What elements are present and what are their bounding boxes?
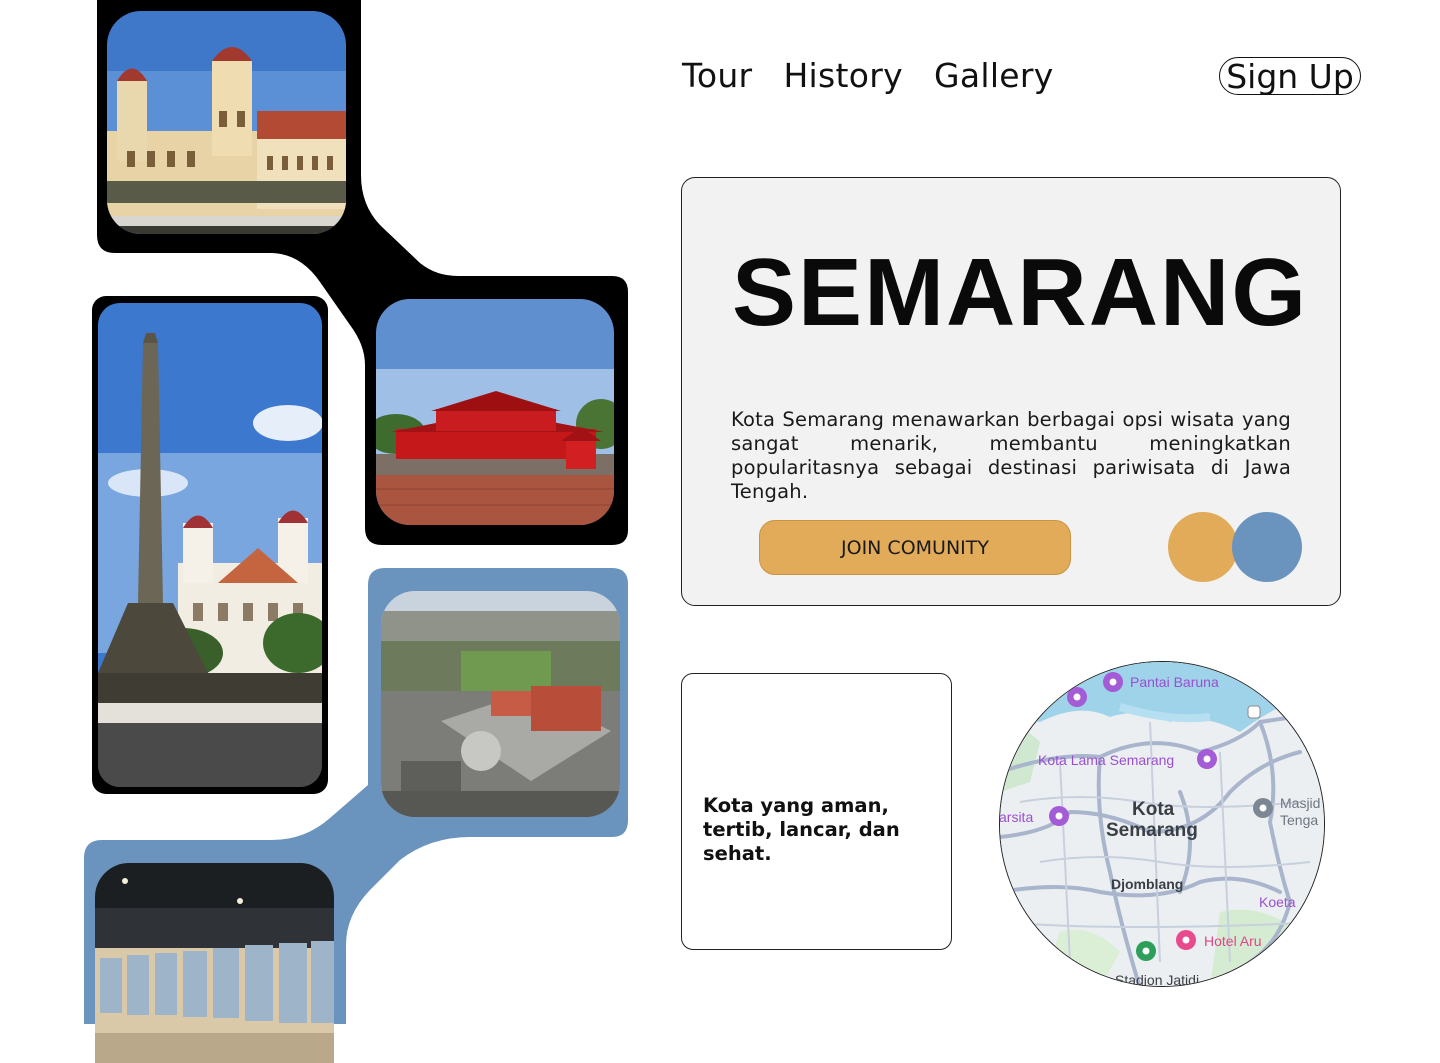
map-label-tengah: Tenga — [1280, 812, 1319, 828]
hero-description: Kota Semarang menawarkan berbagai opsi w… — [731, 407, 1291, 503]
hero-card: SEMARANG Kota Semarang menawarkan berbag… — [681, 177, 1341, 606]
map-label-djomblang: Djomblang — [1111, 876, 1184, 892]
hero-title: SEMARANG — [732, 239, 1309, 346]
sam-poo-kong-photo — [376, 299, 614, 525]
tagline-card: Kota yang aman, tertib, lancar, dan seha… — [681, 673, 952, 950]
blue-dot — [1232, 512, 1302, 582]
nav-gallery[interactable]: Gallery — [934, 56, 1054, 95]
map-label-kota-lama: Kota Lama Semarang — [1038, 752, 1175, 768]
map-label-kota: Kota — [1132, 799, 1175, 820]
aerial-mosque-photo — [381, 591, 620, 817]
map-label-masjid: Masjid — [1280, 795, 1321, 811]
tugu-muda-photo — [98, 303, 322, 787]
nav-history[interactable]: History — [783, 56, 903, 95]
signup-button[interactable]: Sign Up — [1219, 57, 1361, 96]
map-label-hotel: Hotel Aru — [1204, 933, 1262, 949]
map-label-varsita: arsita — [999, 809, 1034, 825]
map-label-koeta: Koeta — [1259, 894, 1296, 910]
city-map[interactable]: Pantai Baruna Kota Lama Semarang Kota Se… — [999, 661, 1325, 987]
museum-gallery-photo — [95, 863, 334, 1063]
tagline-text: Kota yang aman, tertib, lancar, dan seha… — [703, 794, 900, 865]
map-label-semarang: Semarang — [1106, 820, 1198, 841]
map-label-stadion: Stadion Jatidi — [1115, 972, 1200, 987]
join-community-button[interactable]: JOIN COMUNITY — [759, 520, 1071, 575]
map-label-pantai-baruna: Pantai Baruna — [1130, 674, 1219, 690]
main-nav: Tour History Gallery — [682, 56, 1054, 95]
gold-dot — [1168, 512, 1238, 582]
nav-tour[interactable]: Tour — [682, 56, 752, 95]
lawang-sewu-photo — [107, 11, 346, 234]
